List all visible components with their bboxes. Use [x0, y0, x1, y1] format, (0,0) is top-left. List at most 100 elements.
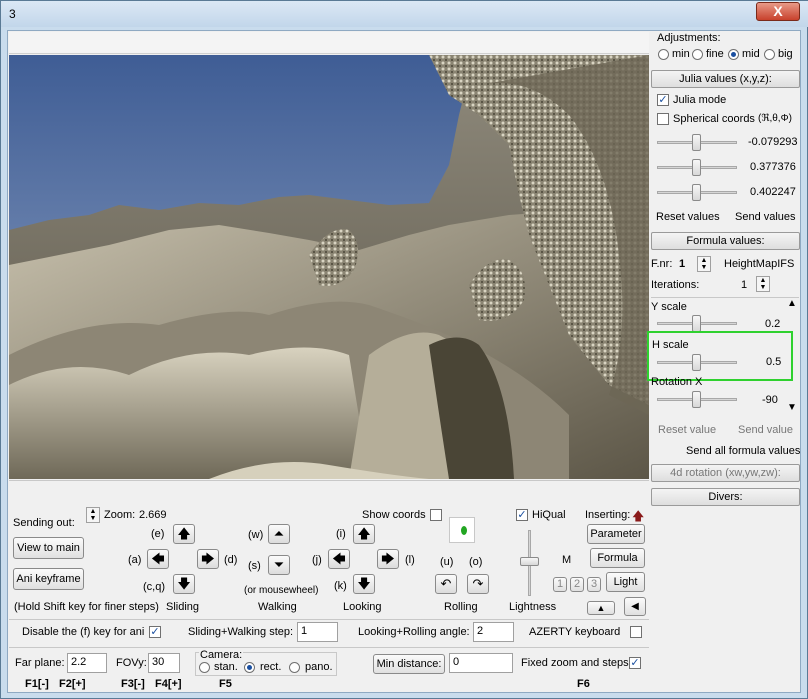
sliding-step-input[interactable]: 1 [297, 622, 338, 642]
light-button[interactable]: Light [606, 572, 645, 592]
julia-mode-label: Julia mode [673, 94, 727, 106]
nav-top-separator [9, 480, 649, 481]
fnr-spinner[interactable]: ▲ ▼ [697, 256, 711, 272]
adjust-min-radio[interactable] [658, 49, 669, 60]
looking-angle-label: Looking+Rolling angle: [358, 626, 470, 638]
show-coords-checkbox[interactable] [430, 509, 442, 521]
look-up-button[interactable]: 🡅 [353, 524, 375, 544]
disable-f-label: Disable the (f) key for ani [22, 626, 145, 638]
slide-right-button[interactable]: 🡆 [197, 549, 219, 569]
zoom-spinner[interactable]: ▲ ▼ [86, 507, 100, 523]
fovy-input[interactable]: 30 [148, 653, 180, 673]
scroll-down-icon[interactable]: ▼ [787, 402, 797, 413]
look-right-button[interactable]: 🡆 [377, 549, 399, 569]
key-d-label: (d) [224, 554, 238, 566]
sliding-step-label: Sliding+Walking step: [188, 626, 294, 638]
azerty-label: AZERTY keyboard [529, 626, 621, 638]
camera-stan-label: stan. [214, 661, 238, 673]
julia-x-thumb[interactable] [692, 134, 701, 151]
formula-name: HeightMapIFS [724, 258, 795, 270]
disable-f-checkbox[interactable]: ✓ [149, 626, 161, 638]
far-plane-input[interactable]: 2.2 [67, 653, 107, 673]
lightness-1-button[interactable]: 1 [553, 577, 567, 592]
iterations-value: 1 [741, 279, 748, 291]
scroll-up-icon[interactable]: ▲ [787, 298, 797, 309]
param-yscale-thumb[interactable] [692, 315, 701, 332]
send-value-button[interactable]: Send value [738, 424, 793, 436]
collapse-up-button[interactable]: ▲ [587, 601, 615, 615]
reset-value-button[interactable]: Reset value [658, 424, 716, 436]
adjust-big-radio[interactable] [764, 49, 775, 60]
adjust-mid-radio[interactable] [728, 49, 739, 60]
key-u-label: (u) [440, 556, 454, 568]
hiqual-label: HiQual [532, 509, 566, 521]
param-rotx-thumb[interactable] [692, 391, 701, 408]
julia-y-thumb[interactable] [692, 159, 701, 176]
min-distance-input[interactable]: 0 [449, 653, 513, 673]
roll-left-button[interactable]: ↶ [435, 574, 457, 594]
fractal-viewport[interactable] [9, 55, 649, 479]
parameter-button[interactable]: Parameter [587, 524, 645, 544]
julia-z-thumb[interactable] [692, 184, 701, 201]
iterations-label: Iterations: [651, 279, 700, 291]
view-to-main-button[interactable]: View to main [13, 537, 84, 559]
formula-values-header[interactable]: Formula values: [651, 232, 800, 250]
roll-right-button[interactable]: ↷ [467, 574, 489, 594]
looking-angle-input[interactable]: 2 [473, 622, 514, 642]
ani-keyframe-button[interactable]: Ani keyframe [13, 568, 84, 590]
slide-up-button[interactable]: 🡅 [173, 524, 195, 544]
key-e-label: (e) [151, 528, 165, 540]
adjust-fine-label: fine [706, 48, 724, 60]
formula-button[interactable]: Formula [590, 548, 645, 568]
julia-x-value: -0.079293 [748, 136, 798, 148]
param-hscale-thumb[interactable] [692, 354, 701, 371]
hold-shift-hint: (Hold Shift key for finer steps) [14, 601, 159, 613]
close-button[interactable]: X [756, 2, 800, 21]
bottom-separator-2 [9, 647, 649, 648]
slide-down-button[interactable]: 🡇 [173, 574, 195, 594]
key-w-label: (w) [248, 529, 264, 541]
top-strip [9, 32, 649, 54]
zoom-label: Zoom: [104, 509, 136, 521]
fixed-zoom-checkbox[interactable]: ✓ [629, 657, 641, 669]
divers-header[interactable]: Divers: [651, 488, 800, 506]
walk-forward-button[interactable]: ⏶ [268, 524, 290, 544]
camera-stan-radio[interactable] [199, 662, 210, 673]
adjust-big-label: big [778, 48, 793, 60]
send-values-button[interactable]: Send values [735, 211, 796, 223]
lightness-thumb[interactable] [520, 557, 539, 566]
adjust-fine-radio[interactable] [692, 49, 703, 60]
hiqual-checkbox[interactable]: ✓ [516, 509, 528, 521]
julia-values-header[interactable]: Julia values (x,y,z): [651, 70, 800, 88]
julia-mode-checkbox[interactable]: ✓ [657, 94, 669, 106]
iterations-spinner[interactable]: ▲ ▼ [756, 276, 770, 292]
slide-left-button[interactable]: 🡄 [147, 549, 169, 569]
title-bar[interactable]: 3 X [1, 1, 808, 27]
lightness-label: Lightness [509, 601, 557, 613]
rotation-4d-header[interactable]: 4d rotation (xw,yw,zw): [651, 464, 800, 482]
fkey-f2: F2[+] [59, 678, 86, 690]
camera-pano-radio[interactable] [289, 662, 300, 673]
spherical-coords-checkbox[interactable] [657, 113, 669, 125]
azerty-checkbox[interactable] [630, 626, 642, 638]
window-title: 3 [9, 7, 16, 21]
sending-out-label: Sending out: [13, 517, 75, 529]
adjust-min-label: min [672, 48, 690, 60]
reset-values-button[interactable]: Reset values [656, 211, 720, 223]
send-all-formula-button[interactable]: Send all formula values [686, 445, 800, 457]
look-down-button[interactable]: 🡇 [353, 574, 375, 594]
param-yscale-value: 0.2 [765, 318, 781, 330]
key-o-label: (o) [469, 556, 483, 568]
walk-backward-button[interactable]: ⏷ [268, 555, 290, 575]
param-rotx-value: -90 [762, 394, 778, 406]
zoom-value: 2.669 [139, 509, 167, 521]
looking-label: Looking [343, 601, 382, 613]
lightness-2-button[interactable]: 2 [570, 577, 584, 592]
panel-left-button[interactable]: ◀ [624, 597, 646, 616]
fkey-f4: F4[+] [155, 678, 182, 690]
look-left-button[interactable]: 🡄 [328, 549, 350, 569]
camera-rect-radio[interactable] [244, 662, 255, 673]
lightness-3-button[interactable]: 3 [587, 577, 601, 592]
min-distance-button[interactable]: Min distance: [373, 654, 445, 674]
fkey-f5: F5 [219, 678, 232, 690]
